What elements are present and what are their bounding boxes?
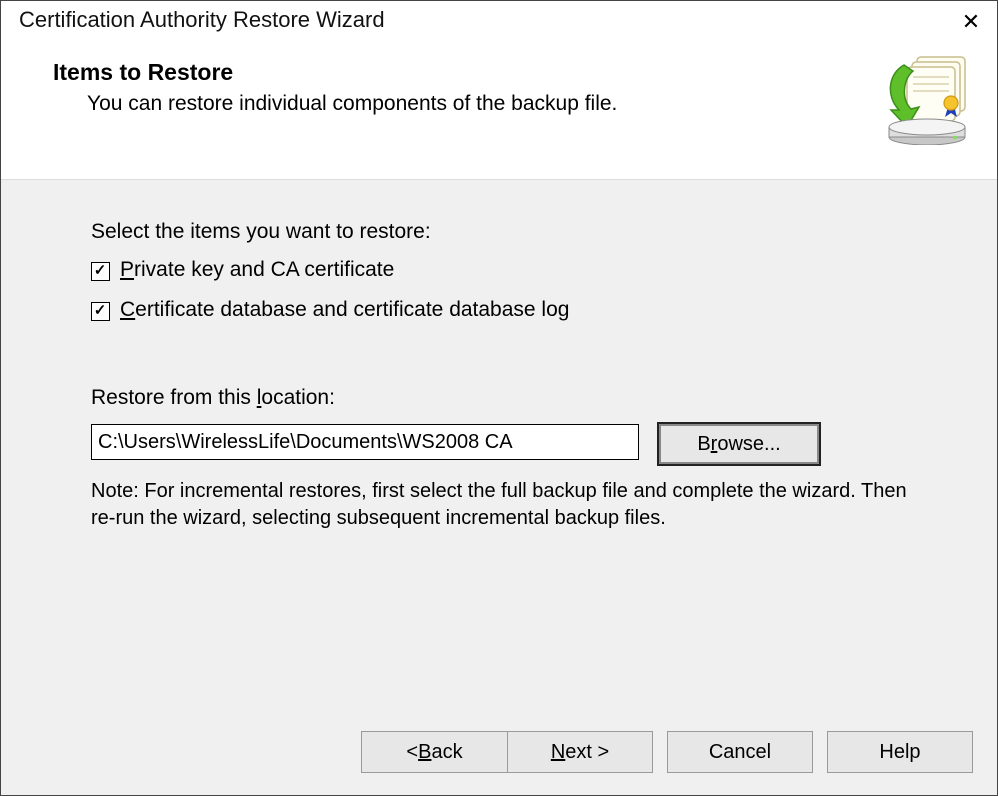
wizard-body: Select the items you want to restore: Pr… xyxy=(1,179,997,715)
header-text: Items to Restore You can restore individ… xyxy=(53,59,879,116)
back-next-pair: < Back Next > xyxy=(361,731,653,773)
close-icon xyxy=(962,11,980,33)
restore-location-input[interactable] xyxy=(91,424,639,460)
cancel-button[interactable]: Cancel xyxy=(667,731,813,773)
cert-database-checkbox-label: Certificate database and certificate dat… xyxy=(120,298,569,322)
header-subtext: You can restore individual components of… xyxy=(53,92,879,116)
wizard-window: Certification Authority Restore Wizard I… xyxy=(0,0,998,796)
browse-button[interactable]: Browse... xyxy=(659,424,819,464)
back-button[interactable]: < Back xyxy=(361,731,507,773)
private-key-checkbox-label: Private key and CA certificate xyxy=(120,258,394,282)
checkbox-row-private-key: Private key and CA certificate xyxy=(91,258,937,282)
header-heading: Items to Restore xyxy=(53,59,879,86)
wizard-header: Items to Restore You can restore individ… xyxy=(1,45,997,179)
restore-location-label: Restore from this location: xyxy=(91,386,937,410)
restore-wizard-icon xyxy=(879,55,975,145)
window-title: Certification Authority Restore Wizard xyxy=(19,7,385,33)
next-button[interactable]: Next > xyxy=(507,731,653,773)
checkbox-row-cert-database: Certificate database and certificate dat… xyxy=(91,298,937,322)
incremental-restore-note: Note: For incremental restores, first se… xyxy=(91,478,911,532)
wizard-footer: < Back Next > Cancel Help xyxy=(1,715,997,795)
cert-database-checkbox[interactable] xyxy=(91,302,110,321)
restore-location-row: Browse... xyxy=(91,424,937,464)
close-button[interactable] xyxy=(953,7,989,37)
private-key-checkbox[interactable] xyxy=(91,262,110,281)
help-button[interactable]: Help xyxy=(827,731,973,773)
select-items-label: Select the items you want to restore: xyxy=(91,220,937,244)
title-bar: Certification Authority Restore Wizard xyxy=(1,1,997,45)
